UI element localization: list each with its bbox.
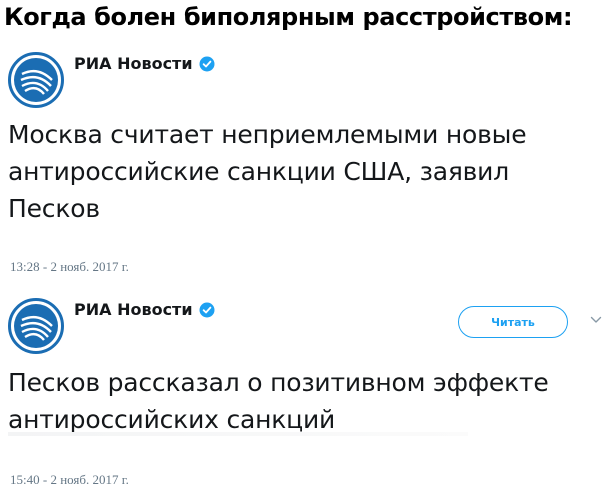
meme-caption: Когда болен биполярным расстройством: (4, 3, 573, 31)
tweet-card: РИА Новости Москва считает неприемлемыми… (0, 40, 604, 288)
divider (8, 432, 468, 436)
verified-badge-icon (199, 302, 215, 318)
author-name[interactable]: РИА Новости (74, 54, 193, 73)
tweet-text: Песков рассказал о позитивном эффекте ан… (8, 368, 549, 434)
tweet-timestamp[interactable]: 15:40 - 2 нояб. 2017 г. (10, 472, 129, 488)
author-name[interactable]: РИА Новости (74, 300, 193, 319)
tweet-timestamp[interactable]: 13:28 - 2 нояб. 2017 г. (10, 259, 129, 275)
tweet-author[interactable]: РИА Новости (74, 54, 215, 73)
tweet-text: Москва считает неприемлемыми новые антир… (8, 120, 527, 223)
ria-novosti-logo-icon[interactable] (8, 52, 64, 108)
tweet-author[interactable]: РИА Новости (74, 300, 215, 319)
tweet-card: РИА Новости Читать Песков рассказал о по… (0, 288, 604, 490)
chevron-down-icon[interactable] (590, 315, 602, 325)
verified-badge-icon (199, 56, 215, 72)
follow-button[interactable]: Читать (458, 306, 568, 338)
ria-novosti-logo-icon[interactable] (8, 298, 64, 354)
